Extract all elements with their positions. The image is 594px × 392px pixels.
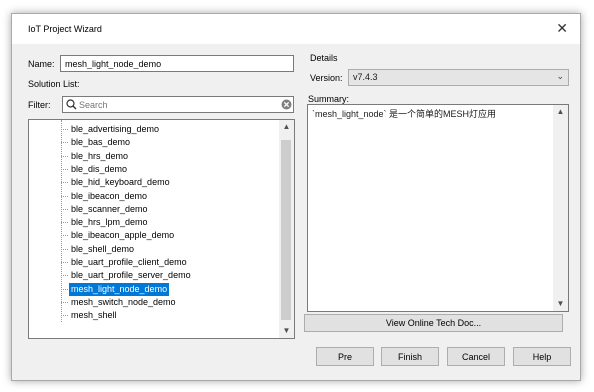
chevron-down-icon: ⌄	[556, 71, 564, 81]
solution-list-label: Solution List:	[28, 79, 80, 89]
version-select[interactable]: v7.4.3 ⌄	[348, 69, 569, 86]
list-item[interactable]: ble_uart_profile_client_demo	[61, 256, 189, 269]
project-wizard-dialog: IoT Project Wizard ✕ Name: Solution List…	[11, 13, 581, 381]
help-button[interactable]: Help	[513, 347, 571, 366]
scroll-up-icon[interactable]: ▲	[279, 120, 294, 134]
tree-guide-line	[61, 120, 62, 322]
list-item[interactable]: ble_ibeacon_demo	[60, 190, 149, 203]
solution-tree[interactable]: ble_advertising_demo ble_bas_demo ble_hrs_…	[28, 119, 295, 339]
filter-label: Filter:	[28, 100, 51, 110]
view-online-doc-button[interactable]: View Online Tech Doc...	[304, 314, 563, 332]
list-item[interactable]: mesh_shell	[61, 309, 119, 322]
list-item[interactable]: ble_shell_demo	[60, 243, 136, 256]
name-input[interactable]	[60, 55, 294, 72]
search-icon	[66, 99, 77, 110]
cancel-button[interactable]: Cancel	[447, 347, 505, 366]
scroll-down-icon[interactable]: ▼	[279, 324, 294, 338]
list-item[interactable]: ble_ibeacon_apple_demo	[60, 229, 176, 242]
vertical-scrollbar[interactable]: ▲ ▼	[279, 120, 294, 338]
search-field[interactable]	[62, 96, 294, 113]
summary-textarea[interactable]: `mesh_light_node` 是一个简单的MESH灯应用 ▲ ▼	[307, 104, 569, 312]
list-item[interactable]: mesh_switch_node_demo	[61, 296, 178, 309]
search-input[interactable]	[79, 97, 269, 112]
list-item[interactable]: ble_hid_keyboard_demo	[61, 176, 172, 189]
list-item[interactable]: ble_advertising_demo	[60, 123, 161, 136]
list-item[interactable]: ble_bas_demo	[60, 136, 132, 149]
pre-button[interactable]: Pre	[316, 347, 374, 366]
summary-text: `mesh_light_node` 是一个简单的MESH灯应用	[312, 109, 497, 119]
close-icon[interactable]: ✕	[556, 20, 568, 36]
details-heading: Details	[310, 53, 338, 63]
finish-button[interactable]: Finish	[381, 347, 439, 366]
list-item[interactable]: ble_uart_profile_server_demo	[61, 269, 193, 282]
clear-search-icon[interactable]	[281, 99, 292, 110]
summary-scrollbar[interactable]: ▲ ▼	[553, 105, 568, 311]
scrollbar-thumb[interactable]	[281, 140, 291, 320]
list-item[interactable]: mesh_light_node_demo	[60, 282, 170, 296]
summary-scroll-up-icon[interactable]: ▲	[553, 105, 568, 119]
list-item[interactable]: ble_dis_demo	[60, 163, 129, 176]
version-value: v7.4.3	[353, 72, 378, 82]
list-item[interactable]: ble_hrs_demo	[60, 150, 130, 163]
list-item[interactable]: ble_scanner_demo	[61, 203, 150, 216]
summary-label: Summary:	[308, 94, 350, 104]
window-title: IoT Project Wizard	[28, 24, 102, 34]
summary-scroll-down-icon[interactable]: ▼	[553, 297, 568, 311]
name-label: Name:	[28, 59, 55, 69]
version-label: Version:	[310, 73, 343, 83]
title-bar: IoT Project Wizard ✕	[12, 14, 580, 44]
list-item[interactable]: ble_hrs_lpm_demo	[61, 216, 150, 229]
